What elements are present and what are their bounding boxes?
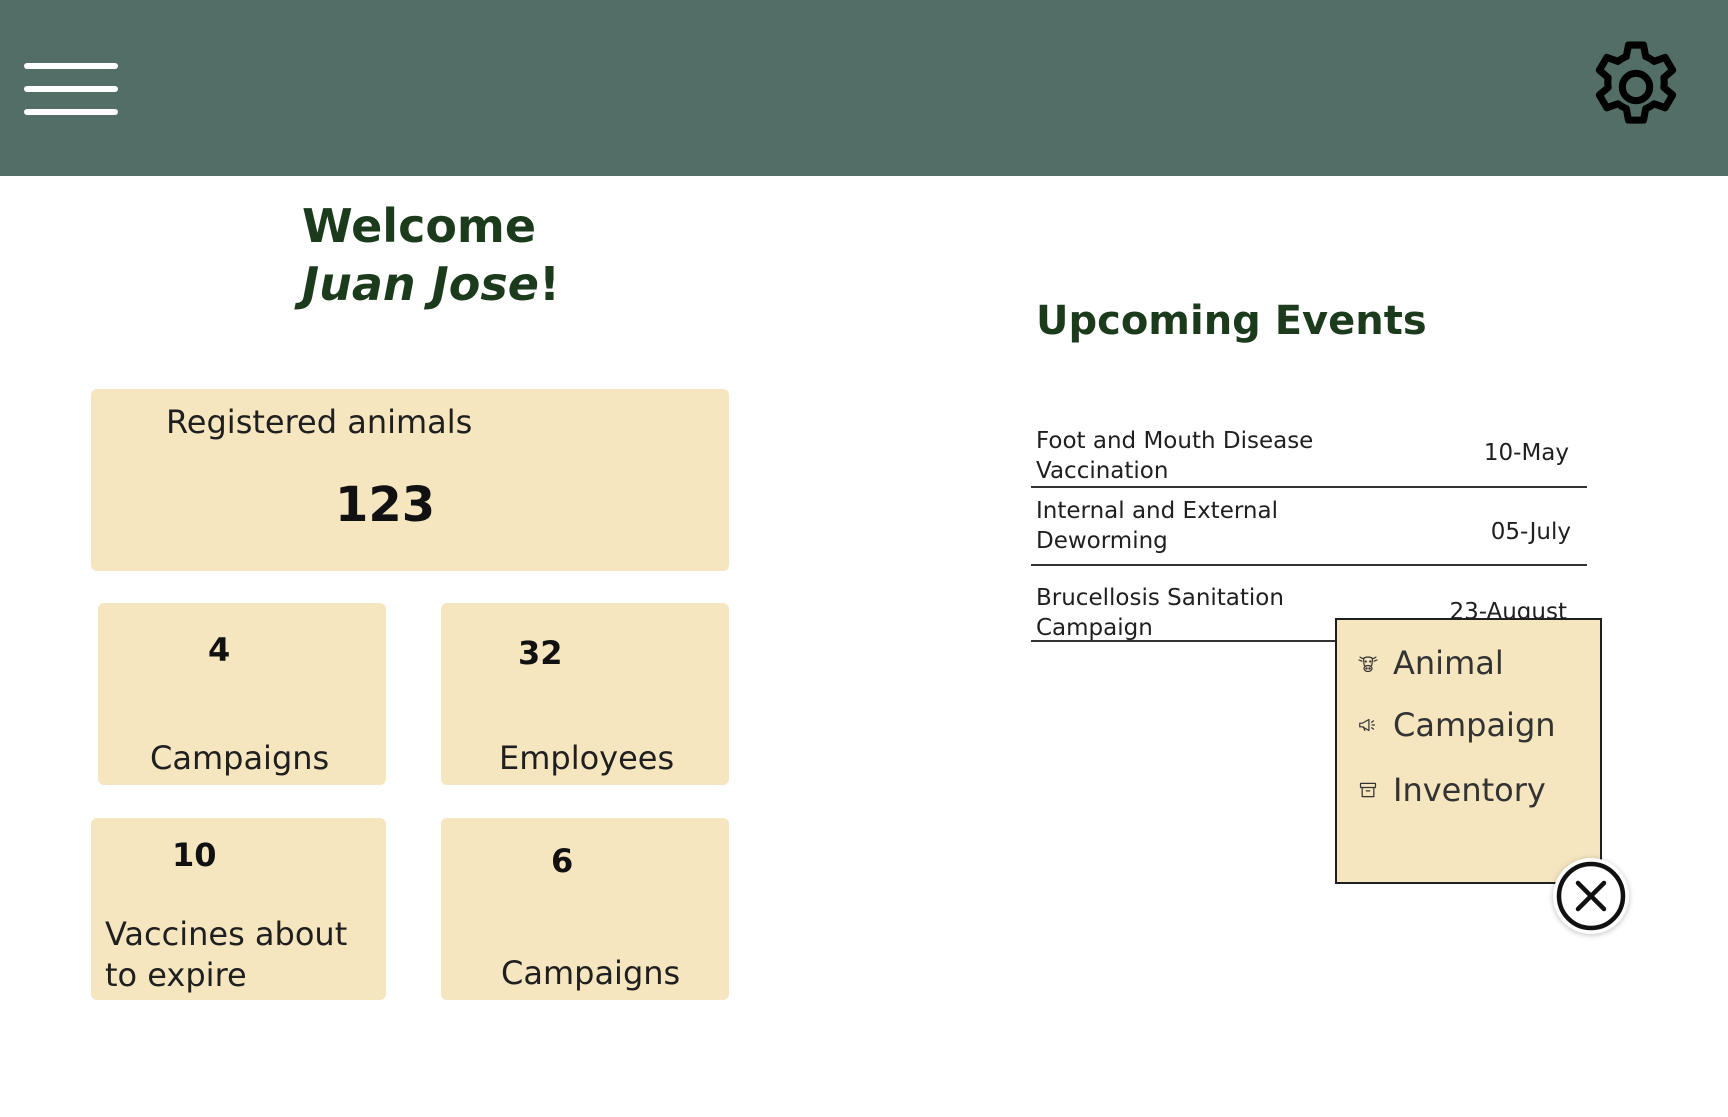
employees-card[interactable]: 32 Employees: [441, 603, 729, 785]
menu-item-label: Inventory: [1393, 771, 1546, 809]
close-menu-button[interactable]: [1553, 858, 1629, 934]
event-name: Foot and Mouth Disease Vaccination: [1036, 428, 1314, 484]
vaccines-expiring-card[interactable]: 10 Vaccines about to expire: [91, 818, 386, 1000]
welcome-punctuation: !: [538, 257, 560, 311]
employees-label: Employees: [499, 739, 675, 777]
megaphone-icon: [1355, 712, 1381, 738]
upcoming-events-title: Upcoming Events: [1036, 298, 1427, 344]
welcome-user-name: Juan Jose: [302, 257, 539, 311]
menu-item-inventory[interactable]: Inventory: [1355, 771, 1546, 809]
top-bar: [0, 0, 1728, 176]
close-icon: [1556, 861, 1626, 931]
hamburger-line: [24, 86, 118, 92]
hamburger-line: [24, 109, 118, 115]
registered-animals-label: Registered animals: [166, 403, 473, 441]
campaigns-secondary-count: 6: [551, 842, 574, 880]
vaccines-expiring-count: 10: [172, 836, 217, 874]
registered-animals-card[interactable]: Registered animals 123: [91, 389, 729, 571]
event-name: Internal and External Deworming: [1036, 498, 1278, 554]
welcome-greeting: Welcome: [302, 199, 537, 253]
campaigns-secondary-label: Campaigns: [501, 954, 681, 992]
campaigns-card-secondary[interactable]: 6 Campaigns: [441, 818, 729, 1000]
event-row[interactable]: Internal and External Deworming 05-July: [1031, 494, 1587, 566]
archive-box-icon: [1355, 777, 1381, 803]
welcome-heading: Welcome Juan Jose!: [302, 196, 560, 312]
vaccines-expiring-label: Vaccines about to expire: [105, 915, 348, 994]
quick-add-menu: Animal Campaign Inventory: [1335, 618, 1602, 884]
menu-item-label: Animal: [1393, 644, 1504, 682]
campaigns-label: Campaigns: [150, 739, 330, 777]
menu-item-animal[interactable]: Animal: [1355, 644, 1504, 682]
campaigns-card[interactable]: 4 Campaigns: [98, 603, 386, 785]
event-date: 10-May: [1483, 440, 1569, 466]
menu-item-campaign[interactable]: Campaign: [1355, 706, 1556, 744]
menu-item-label: Campaign: [1393, 706, 1556, 744]
registered-animals-count: 123: [335, 477, 436, 533]
event-date: 05-July: [1490, 519, 1571, 545]
welcome-user-line: Juan Jose!: [302, 256, 560, 312]
employees-count: 32: [518, 634, 563, 672]
event-row[interactable]: Foot and Mouth Disease Vaccination 10-Ma…: [1031, 424, 1587, 488]
cow-icon: [1355, 650, 1381, 676]
hamburger-line: [24, 63, 118, 69]
event-name: Brucellosis Sanitation Campaign: [1036, 585, 1284, 641]
hamburger-icon[interactable]: [24, 60, 118, 120]
gear-icon[interactable]: [1583, 34, 1689, 140]
campaigns-count: 4: [208, 631, 231, 669]
